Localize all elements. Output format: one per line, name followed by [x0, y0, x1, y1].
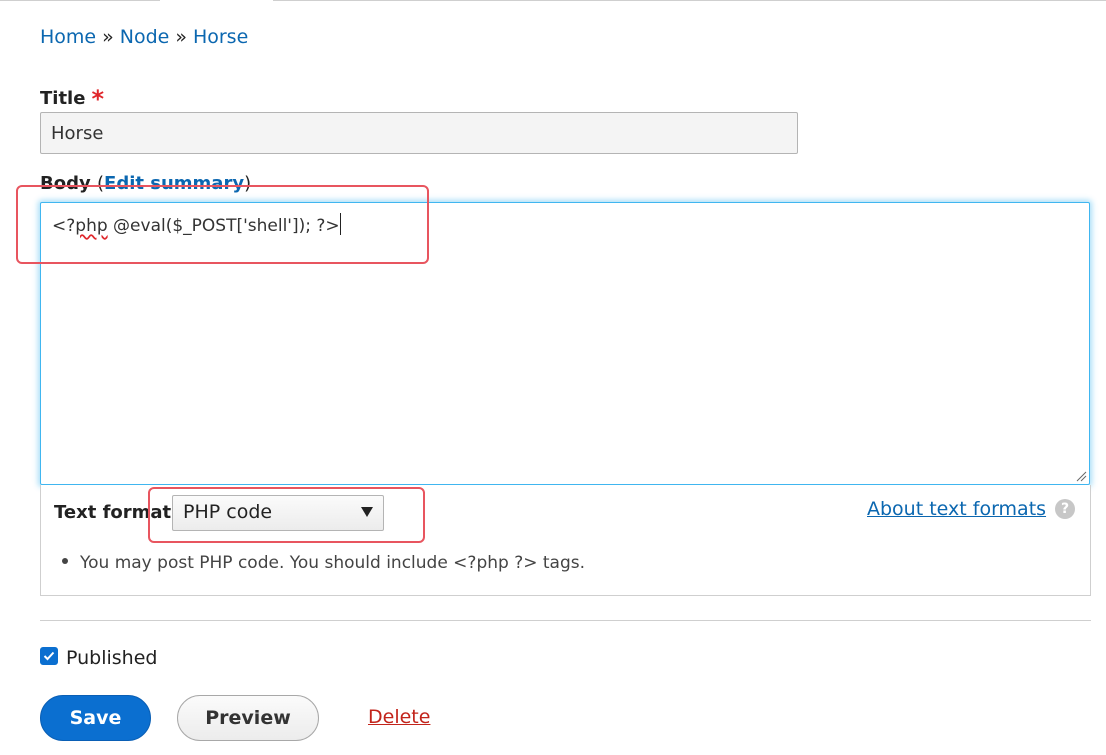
highlight-box-text-format — [148, 487, 425, 543]
format-tip-text: You may post PHP code. You should includ… — [80, 553, 586, 573]
breadcrumb: Home» Node» Horse — [40, 26, 248, 48]
breadcrumb-node[interactable]: Node — [120, 26, 170, 48]
published-label: Published — [66, 647, 158, 669]
active-tab-gap — [160, 0, 273, 2]
breadcrumb-home[interactable]: Home — [40, 26, 96, 48]
highlight-box-body — [16, 185, 429, 264]
title-label: Title * — [40, 82, 104, 113]
title-label-text: Title — [40, 88, 86, 109]
preview-button[interactable]: Preview — [177, 695, 319, 741]
checkmark-icon — [43, 651, 55, 661]
question-circle-icon[interactable]: ? — [1055, 499, 1075, 519]
resize-grip-icon[interactable] — [1075, 470, 1087, 482]
format-tip: You may post PHP code. You should includ… — [62, 553, 585, 573]
divider — [40, 620, 1091, 621]
breadcrumb-separator: » — [102, 26, 114, 48]
breadcrumb-horse[interactable]: Horse — [193, 26, 248, 48]
bullet-icon — [62, 558, 68, 564]
delete-link[interactable]: Delete — [368, 706, 430, 728]
required-marker: * — [91, 85, 104, 113]
save-button[interactable]: Save — [40, 695, 151, 741]
published-checkbox[interactable] — [40, 647, 58, 665]
about-text-formats-link[interactable]: About text formats — [867, 498, 1046, 520]
title-input[interactable] — [40, 112, 798, 154]
breadcrumb-separator: » — [175, 26, 187, 48]
